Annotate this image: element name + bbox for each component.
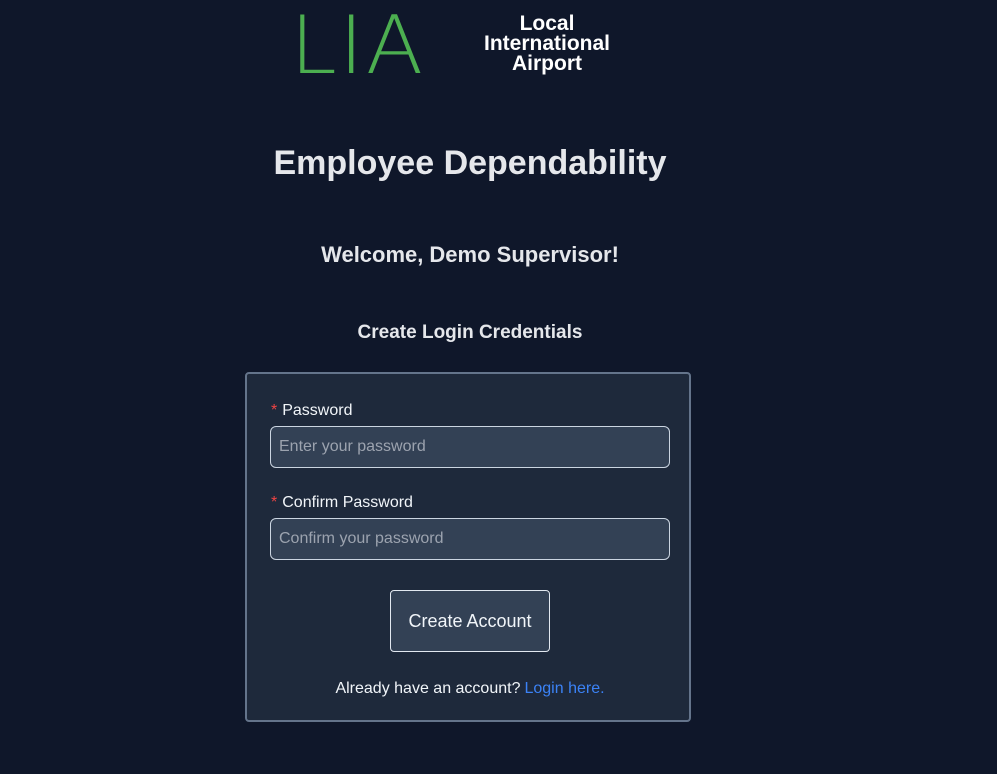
login-prompt: Already have an account? Login here. (247, 680, 693, 698)
page: LIA Local International Airport Employee… (0, 0, 997, 774)
confirm-password-label: * Confirm Password (271, 494, 413, 512)
required-marker: * (271, 402, 278, 419)
form-heading: Create Login Credentials (357, 322, 583, 343)
logo-wordmark: Local International Airport (472, 12, 622, 75)
required-marker: * (271, 494, 278, 511)
password-label-text: Password (282, 402, 353, 419)
logo-line-3: Airport (512, 52, 582, 75)
logo-line-2: International (483, 32, 610, 55)
create-account-button[interactable]: Create Account (390, 590, 550, 652)
user-name: Demo Supervisor! (429, 242, 619, 267)
confirm-password-label-text: Confirm Password (282, 494, 413, 511)
login-link[interactable]: Login here. (524, 680, 604, 697)
logo-mark: LIA (290, 0, 426, 92)
page-title: Employee Dependability (273, 144, 667, 182)
password-label: * Password (271, 402, 352, 420)
password-input[interactable] (270, 426, 670, 468)
create-credentials-form: * Password * Confirm Password Create Accou… (245, 372, 691, 722)
welcome-message: Welcome, Demo Supervisor! (0, 242, 940, 268)
confirm-password-input[interactable] (270, 518, 670, 560)
airport-logo: LIA Local International Airport (290, 0, 630, 90)
logo-line-1: Local (519, 12, 575, 35)
welcome-prefix: Welcome, (321, 242, 424, 267)
login-prompt-text: Already have an account? (335, 680, 521, 697)
